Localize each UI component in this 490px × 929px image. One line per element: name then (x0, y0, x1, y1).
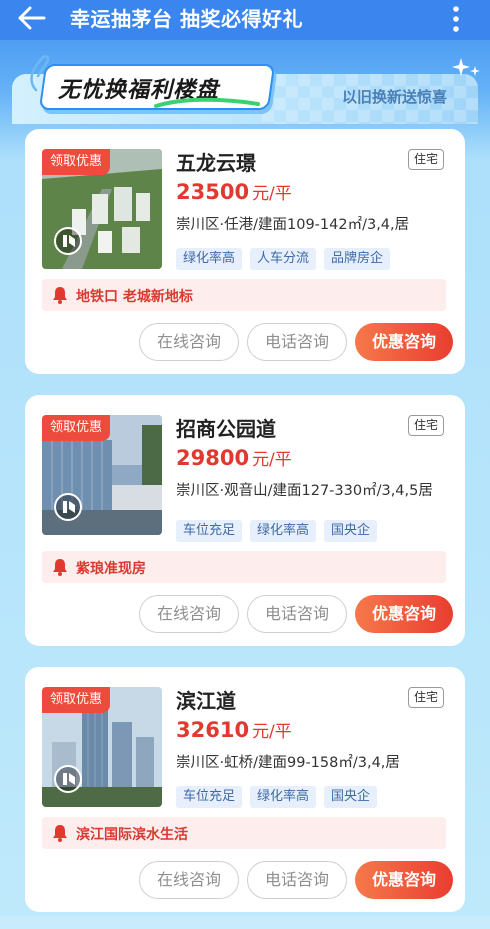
banner-subtitle: 以旧换新送惊喜 (342, 88, 448, 106)
online-consult-button[interactable]: 在线咨询 (139, 323, 239, 361)
section-banner: 无忧换福利楼盘 以旧换新送惊喜 (12, 55, 480, 124)
promo-consult-button[interactable]: 优惠咨询 (355, 595, 453, 633)
top-bar: 幸运抽茅台 抽奖必得好礼 (0, 0, 490, 40)
feature-tag: 国央企 (324, 786, 378, 808)
video-play-icon[interactable] (54, 493, 82, 521)
bottom-strip (0, 916, 490, 929)
listing-card[interactable]: 领取优惠 滨江道 住宅 32610 元/平 崇川区·虹桥/建面99-158㎡/3,… (25, 667, 465, 912)
notice-text: 地铁口 老城新地标 (76, 289, 193, 305)
video-play-icon[interactable] (54, 227, 82, 255)
property-name[interactable]: 招商公园道 (176, 413, 276, 442)
online-consult-button[interactable]: 在线咨询 (139, 861, 239, 899)
notice-bar: 地铁口 老城新地标 (42, 279, 446, 311)
sparkle-icon (470, 66, 480, 76)
promo-consult-button[interactable]: 优惠咨询 (355, 861, 453, 899)
promo-tag[interactable]: 领取优惠 (42, 415, 111, 441)
property-name[interactable]: 滨江道 (176, 685, 236, 714)
feature-tags: 车位充足 绿化率高 国央企 (176, 520, 378, 542)
more-vertical-icon[interactable] (448, 4, 464, 34)
feature-tag: 绿化率高 (250, 786, 317, 808)
price: 29800 元/平 (176, 445, 292, 470)
property-image[interactable]: 领取优惠 (42, 149, 162, 269)
online-consult-button[interactable]: 在线咨询 (139, 595, 239, 633)
feature-tag: 人车分流 (250, 248, 317, 270)
price-value: 32610 (176, 718, 250, 742)
listing-card[interactable]: 领取优惠 招商公园道 住宅 29800 元/平 崇川区·观音山/建面127-330… (25, 395, 465, 646)
phone-consult-button[interactable]: 电话咨询 (247, 323, 347, 361)
property-type-badge: 住宅 (408, 687, 444, 708)
property-name[interactable]: 五龙云璟 (176, 147, 256, 176)
price-unit: 元/平 (252, 722, 292, 742)
property-image[interactable]: 领取优惠 (42, 415, 162, 535)
location-info: 崇川区·观音山/建面127-330㎡/3,4,5居 (176, 483, 433, 499)
property-type-badge: 住宅 (408, 415, 444, 436)
location-info: 崇川区·任港/建面109-142㎡/3,4,居 (176, 217, 410, 233)
feature-tag: 绿化率高 (250, 520, 317, 542)
feature-tags: 车位充足 绿化率高 国央企 (176, 786, 378, 808)
notice-bar: 紫琅准现房 (42, 551, 446, 583)
price-value: 29800 (176, 446, 250, 470)
promo-tag[interactable]: 领取优惠 (42, 149, 111, 175)
swoosh-decoration-icon (154, 97, 260, 108)
feature-tag: 绿化率高 (176, 248, 243, 270)
bell-icon (53, 559, 67, 576)
feature-tag: 车位充足 (176, 786, 243, 808)
feature-tag: 国央企 (324, 520, 378, 542)
notice-text: 滨江国际滨水生活 (76, 827, 188, 843)
promo-consult-button[interactable]: 优惠咨询 (355, 323, 453, 361)
location-info: 崇川区·虹桥/建面99-158㎡/3,4,居 (176, 755, 400, 771)
property-image[interactable]: 领取优惠 (42, 687, 162, 807)
price: 23500 元/平 (176, 179, 292, 204)
property-type-badge: 住宅 (408, 149, 444, 170)
feature-tags: 绿化率高 人车分流 品牌房企 (176, 248, 391, 270)
price-value: 23500 (176, 180, 250, 204)
feature-tag: 车位充足 (176, 520, 243, 542)
page-title: 幸运抽茅台 抽奖必得好礼 (70, 7, 303, 31)
phone-consult-button[interactable]: 电话咨询 (247, 595, 347, 633)
promo-tag[interactable]: 领取优惠 (42, 687, 111, 713)
phone-consult-button[interactable]: 电话咨询 (247, 861, 347, 899)
price-unit: 元/平 (252, 450, 292, 470)
price: 32610 元/平 (176, 717, 292, 742)
bell-icon (53, 287, 67, 304)
notice-bar: 滨江国际滨水生活 (42, 817, 446, 849)
paperclip-icon (30, 55, 50, 92)
price-unit: 元/平 (252, 184, 292, 204)
video-play-icon[interactable] (54, 765, 82, 793)
bell-icon (53, 825, 67, 842)
listing-card[interactable]: 领取优惠 五龙云璟 住宅 23500 元/平 崇川区·任港/建面109-142㎡/… (25, 129, 465, 374)
notice-text: 紫琅准现房 (76, 561, 146, 577)
sparkle-icon (452, 58, 470, 76)
feature-tag: 品牌房企 (324, 248, 391, 270)
back-arrow-icon[interactable] (16, 6, 46, 30)
